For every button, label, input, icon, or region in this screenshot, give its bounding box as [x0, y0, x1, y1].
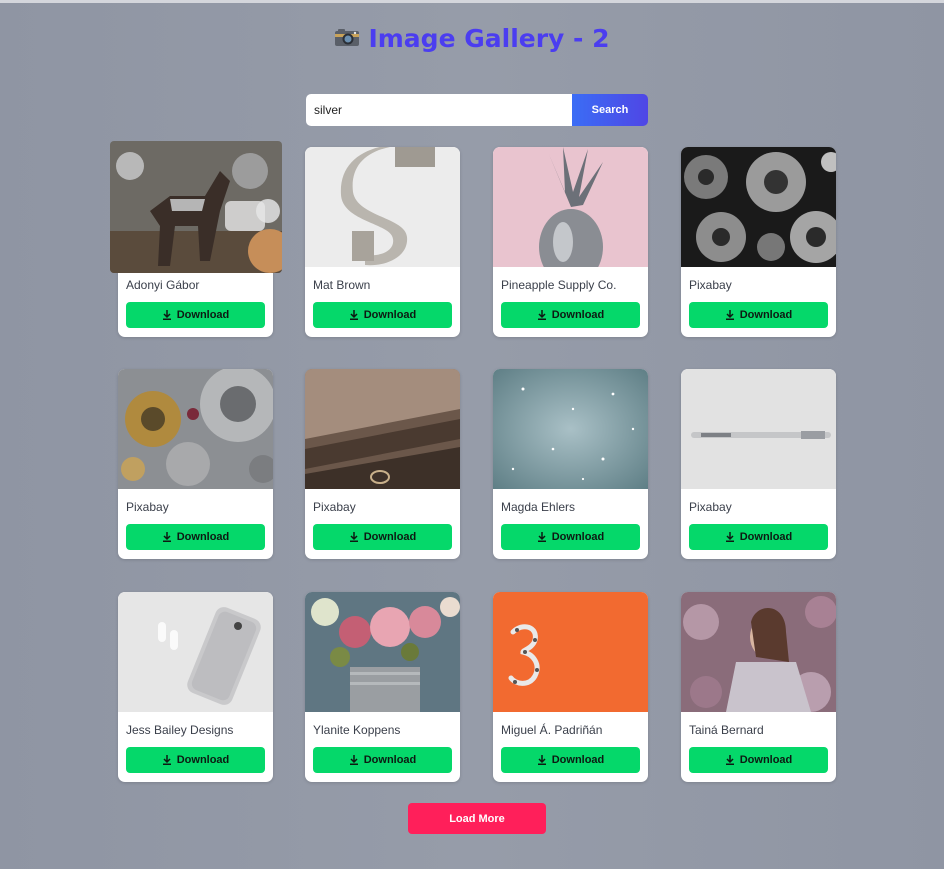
download-label: Download — [176, 754, 230, 766]
photo-image[interactable] — [681, 147, 836, 267]
download-button[interactable]: Download — [126, 524, 265, 550]
download-icon — [162, 532, 172, 542]
photo-author: Jess Bailey Designs — [126, 723, 234, 737]
download-label: Download — [551, 309, 605, 321]
photo-card: Jess Bailey Designs Download — [118, 592, 273, 782]
download-button[interactable]: Download — [689, 302, 828, 328]
photo-author: Pineapple Supply Co. — [501, 278, 617, 292]
download-icon — [349, 310, 359, 320]
photo-card: Pixabay Download — [681, 369, 836, 559]
photo-card: Pixabay Download — [681, 147, 836, 337]
photo-image[interactable] — [305, 369, 460, 489]
photo-image[interactable] — [681, 592, 836, 712]
photo-image[interactable] — [305, 592, 460, 712]
photo-image[interactable] — [493, 369, 648, 489]
photo-image[interactable] — [305, 147, 460, 267]
download-icon — [725, 755, 735, 765]
download-icon — [725, 532, 735, 542]
photo-image[interactable] — [681, 369, 836, 489]
download-icon — [162, 310, 172, 320]
download-button[interactable]: Download — [313, 302, 452, 328]
download-label: Download — [363, 309, 417, 321]
download-label: Download — [551, 754, 605, 766]
photo-image[interactable] — [118, 592, 273, 712]
photo-card: Adonyi Gábor Download — [110, 141, 282, 337]
photo-author: Ylanite Koppens — [313, 723, 401, 737]
photo-card: Ylanite Koppens Download — [305, 592, 460, 782]
download-icon — [537, 532, 547, 542]
download-label: Download — [363, 531, 417, 543]
download-label: Download — [739, 531, 793, 543]
photo-author: Pixabay — [689, 278, 732, 292]
photo-card: Miguel Á. Padriñán Download — [493, 592, 648, 782]
photo-author: Pixabay — [689, 500, 732, 514]
download-button[interactable]: Download — [126, 302, 265, 328]
download-button[interactable]: Download — [313, 524, 452, 550]
photo-image[interactable] — [118, 369, 273, 489]
photo-image[interactable] — [493, 147, 648, 267]
download-icon — [537, 310, 547, 320]
load-more-button[interactable]: Load More — [408, 803, 546, 834]
photo-author: Mat Brown — [313, 278, 371, 292]
download-icon — [537, 755, 547, 765]
photo-author: Tainá Bernard — [689, 723, 764, 737]
photo-card: Mat Brown Download — [305, 147, 460, 337]
photo-card: Pineapple Supply Co. Download — [493, 147, 648, 337]
download-button[interactable]: Download — [313, 747, 452, 773]
download-button[interactable]: Download — [689, 524, 828, 550]
download-icon — [162, 755, 172, 765]
image-grid: Adonyi Gábor Download Mat Brown Download — [0, 0, 944, 869]
download-label: Download — [176, 309, 230, 321]
photo-author: Magda Ehlers — [501, 500, 576, 514]
download-label: Download — [739, 754, 793, 766]
download-icon — [349, 532, 359, 542]
photo-author: Pixabay — [313, 500, 356, 514]
photo-card: Pixabay Download — [305, 369, 460, 559]
photo-card: Tainá Bernard Download — [681, 592, 836, 782]
download-label: Download — [363, 754, 417, 766]
download-button[interactable]: Download — [501, 524, 640, 550]
photo-author: Pixabay — [126, 500, 169, 514]
photo-author: Adonyi Gábor — [126, 278, 200, 292]
download-label: Download — [739, 309, 793, 321]
photo-image[interactable] — [493, 592, 648, 712]
download-icon — [725, 310, 735, 320]
photo-card: Pixabay Download — [118, 369, 273, 559]
photo-card: Magda Ehlers Download — [493, 369, 648, 559]
download-button[interactable]: Download — [501, 747, 640, 773]
download-icon — [349, 755, 359, 765]
photo-image[interactable] — [110, 141, 282, 273]
download-button[interactable]: Download — [126, 747, 265, 773]
photo-author: Miguel Á. Padriñán — [501, 723, 603, 737]
download-button[interactable]: Download — [689, 747, 828, 773]
download-label: Download — [176, 531, 230, 543]
download-button[interactable]: Download — [501, 302, 640, 328]
download-label: Download — [551, 531, 605, 543]
